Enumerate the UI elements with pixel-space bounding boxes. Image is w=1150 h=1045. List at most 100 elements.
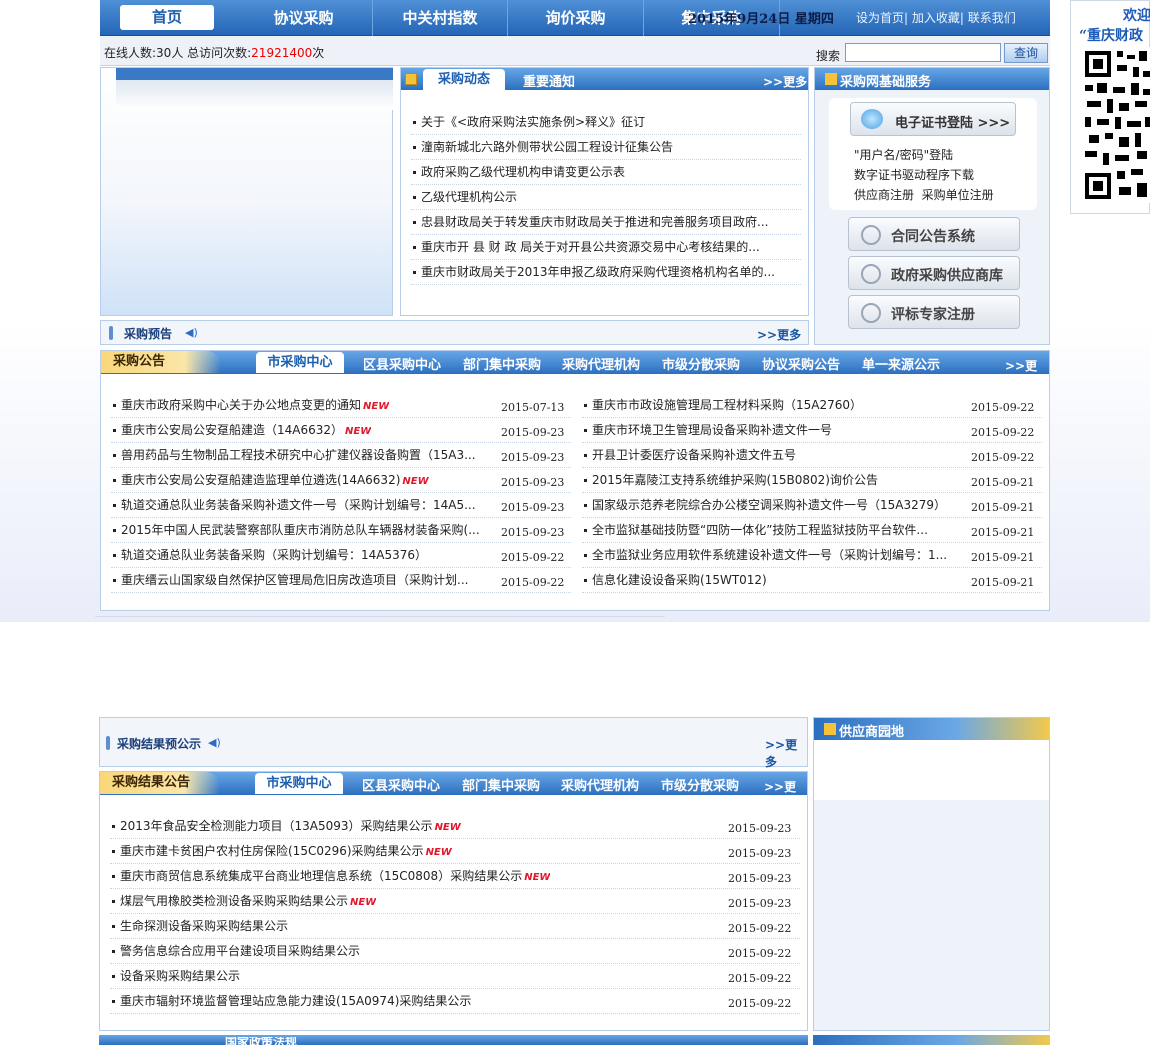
- supplier-db-button[interactable]: 政府采购供应商库: [848, 256, 1020, 290]
- bar-marker: [106, 736, 110, 750]
- item-date: 2015-09-21: [971, 576, 1035, 589]
- tab-city-center[interactable]: 市采购中心: [256, 352, 344, 373]
- list-item[interactable]: 重庆市公安局公安趸船建造监理单位遴选(14A6632) NEW 2015-09-23: [111, 468, 571, 493]
- unit-register-link[interactable]: 采购单位注册: [922, 188, 994, 202]
- item-date: 2015-09-21: [971, 526, 1035, 539]
- item-date: 2015-09-23: [501, 526, 565, 539]
- tab-agency[interactable]: 采购代理机构: [561, 775, 639, 794]
- item-title: 全市监狱基础技防暨“四防一体化”技防工程监狱技防平台软件...: [592, 518, 928, 542]
- tab-district-center[interactable]: 区县采购中心: [362, 775, 440, 794]
- tab-agency[interactable]: 采购代理机构: [562, 354, 640, 373]
- item-title: 信息化建设设备采购(15WT012): [592, 568, 767, 592]
- tab-national-policy[interactable]: 国家政策法规: [225, 1037, 297, 1045]
- supplier-register-link[interactable]: 供应商注册: [854, 188, 914, 202]
- new-badge-icon: NEW: [363, 401, 390, 412]
- list-item[interactable]: 重庆市商贸信息系统集成平台商业地理信息系统（15C0808）采购结果公示 NEW 2…: [110, 864, 800, 889]
- cert-driver-download-link[interactable]: 数字证书驱动程序下载: [854, 165, 994, 185]
- list-item[interactable]: 开县卫计委医疗设备采购补遗文件五号 2015-09-22: [582, 443, 1042, 468]
- item-date: 2015-09-23: [501, 426, 565, 439]
- news-more-link[interactable]: >>更多: [763, 73, 807, 90]
- banner-slideshow[interactable]: [100, 67, 393, 316]
- item-date: 2015-09-23: [501, 476, 565, 489]
- list-item[interactable]: 政府采购乙级代理机构申请变更公示表: [411, 160, 801, 185]
- password-login-link[interactable]: "用户名/密码"登陆: [854, 145, 994, 165]
- set-homepage-link[interactable]: 设为首页: [856, 11, 904, 25]
- notice-more-link[interactable]: >>更多: [1005, 357, 1049, 391]
- tab-procurement-news[interactable]: 采购动态: [423, 69, 505, 90]
- search-label: 搜索: [816, 49, 841, 63]
- result-pre-more-link[interactable]: >>更多: [765, 736, 807, 770]
- folder-icon: [824, 723, 836, 735]
- tab-important-notice[interactable]: 重要通知: [523, 71, 575, 90]
- bullet-icon: [113, 529, 116, 532]
- list-item[interactable]: 重庆市市政设施管理局工程材料采购（15A2760） 2015-09-22: [582, 393, 1042, 418]
- tab-agreement-notice[interactable]: 协议采购公告: [762, 354, 840, 373]
- forecast-title: 采购预告: [124, 327, 173, 341]
- tab-department[interactable]: 部门集中采购: [462, 775, 540, 794]
- bullet-icon: [413, 146, 416, 149]
- tab-single-source[interactable]: 单一来源公示: [862, 354, 940, 373]
- search-input[interactable]: [845, 43, 1001, 62]
- nav-agreement-purchase[interactable]: 协议采购: [235, 0, 373, 36]
- list-item[interactable]: 煤层气用橡胶类检测设备采购采购结果公示 NEW 2015-09-23: [110, 889, 800, 914]
- list-item[interactable]: 全市监狱基础技防暨“四防一体化”技防工程监狱技防平台软件... 2015-09-2…: [582, 518, 1042, 543]
- list-item[interactable]: 重庆市政府采购中心关于办公地点变更的通知 NEW 2015-07-13: [111, 393, 571, 418]
- add-favorite-link[interactable]: 加入收藏: [912, 11, 960, 25]
- list-item[interactable]: 设备采购采购结果公示 2015-09-22: [110, 964, 800, 989]
- list-item[interactable]: 重庆市建卡贫困户农村住房保险(15C0296)采购结果公示 NEW 2015-09-…: [110, 839, 800, 864]
- list-item[interactable]: 乙级代理机构公示: [411, 185, 801, 210]
- cert-login-button[interactable]: 电子证书登陆 >>>: [850, 102, 1016, 136]
- list-item[interactable]: 重庆市公安局公安趸船建造（14A6632） NEW 2015-09-23: [111, 418, 571, 443]
- news-list: 关于《<政府采购法实施条例>释义》征订 潼南新城北六路外侧带状公园工程设计征集公告…: [411, 110, 801, 285]
- tab-city-center[interactable]: 市采购中心: [255, 773, 343, 794]
- tab-city-dispersed[interactable]: 市级分散采购: [662, 354, 740, 373]
- search-button[interactable]: 查询: [1004, 43, 1048, 63]
- list-item[interactable]: 忠县财政局关于转发重庆市财政局关于推进和完善服务项目政府...: [411, 210, 801, 235]
- list-item[interactable]: 兽用药品与生物制品工程技术研究中心扩建仪器设备购置（15A3... 2015-09…: [111, 443, 571, 468]
- list-item[interactable]: 全市监狱业务应用软件系统建设补遗文件一号（采购计划编号：1... 2015-09-…: [582, 543, 1042, 568]
- item-title: 兽用药品与生物制品工程技术研究中心扩建仪器设备购置（15A3...: [121, 443, 476, 467]
- item-title: 重庆市公安局公安趸船建造监理单位遴选(14A6632) NEW: [121, 468, 429, 492]
- list-item[interactable]: 重庆市财政局关于2013年申报乙级政府采购代理资格机构名单的...: [411, 260, 801, 285]
- forecast-more-link[interactable]: >>更多: [757, 326, 801, 343]
- item-text: 重庆市政府采购中心关于办公地点变更的通知: [121, 398, 362, 412]
- item-text: 全市监狱业务应用软件系统建设补遗文件一号（采购计划编号：1...: [592, 548, 948, 562]
- list-item[interactable]: 重庆市开 县 财 政 局关于对开县公共资源交易中心考核结果的...: [411, 235, 801, 260]
- item-title: 重庆市商贸信息系统集成平台商业地理信息系统（15C0808）采购结果公示 NEW: [120, 864, 550, 888]
- bar-marker: [109, 326, 113, 340]
- list-item[interactable]: 2015年嘉陵江支持系统维护采购(15B0802)询价公告 2015-09-21: [582, 468, 1042, 493]
- list-item[interactable]: 生命探测设备采购采购结果公示 2015-09-22: [110, 914, 800, 939]
- bullet-icon: [113, 579, 116, 582]
- list-item[interactable]: 重庆市辐射环境监督管理站应急能力建设(15A0974)采购结果公示 2015-09…: [110, 989, 800, 1014]
- list-item[interactable]: 重庆市环境卫生管理局设备采购补遗文件一号 2015-09-22: [582, 418, 1042, 443]
- bullet-icon: [584, 454, 587, 457]
- item-date: 2015-09-22: [501, 576, 565, 589]
- list-item[interactable]: 轨道交通总队业务装备采购补遗文件一号（采购计划编号：14A5... 2015-09…: [111, 493, 571, 518]
- nav-inquiry-purchase[interactable]: 询价采购: [508, 0, 644, 36]
- list-item[interactable]: 重庆缙云山国家级自然保护区管理局危旧房改造项目（采购计划... 2015-09-2…: [111, 568, 571, 593]
- list-item[interactable]: 国家级示范养老院综合办公楼空调采购补遗文件一号（15A3279） 2015-09-…: [582, 493, 1042, 518]
- item-title: 2015年中国人民武装警察部队重庆市消防总队车辆器材装备采购(...: [121, 518, 480, 542]
- tab-district-center[interactable]: 区县采购中心: [363, 354, 441, 373]
- tab-department[interactable]: 部门集中采购: [463, 354, 541, 373]
- item-date: 2015-09-21: [971, 476, 1035, 489]
- list-item[interactable]: 关于《<政府采购法实施条例>释义》征订: [411, 110, 801, 135]
- list-item[interactable]: 警务信息综合应用平台建设项目采购结果公示 2015-09-22: [110, 939, 800, 964]
- result-more-link[interactable]: >>更多: [764, 778, 807, 812]
- nav-home[interactable]: 首页: [120, 5, 214, 30]
- item-text: 重庆市开 县 财 政 局关于对开县公共资源交易中心考核结果的...: [421, 240, 760, 254]
- tab-city-dispersed[interactable]: 市级分散采购: [661, 775, 739, 794]
- expert-register-button[interactable]: 评标专家注册: [848, 295, 1020, 329]
- bullet-icon: [584, 504, 587, 507]
- item-date: 2015-09-23: [728, 897, 792, 910]
- contract-notice-button[interactable]: 合同公告系统: [848, 217, 1020, 251]
- list-item[interactable]: 轨道交通总队业务装备采购（采购计划编号：14A5376） 2015-09-22: [111, 543, 571, 568]
- list-item[interactable]: 2015年中国人民武装警察部队重庆市消防总队车辆器材装备采购(... 2015-0…: [111, 518, 571, 543]
- contact-link[interactable]: 联系我们: [968, 11, 1016, 25]
- list-item[interactable]: 2013年食品安全检测能力项目（13A5093）采购结果公示 NEW 2015-09…: [110, 814, 800, 839]
- item-title: 重庆市环境卫生管理局设备采购补遗文件一号: [592, 418, 832, 442]
- supplier-header: 供应商园地: [814, 718, 1049, 740]
- list-item[interactable]: 信息化建设设备采购(15WT012) 2015-09-21: [582, 568, 1042, 593]
- nav-zgc-index[interactable]: 中关村指数: [373, 0, 508, 36]
- list-item[interactable]: 潼南新城北六路外侧带状公园工程设计征集公告: [411, 135, 801, 160]
